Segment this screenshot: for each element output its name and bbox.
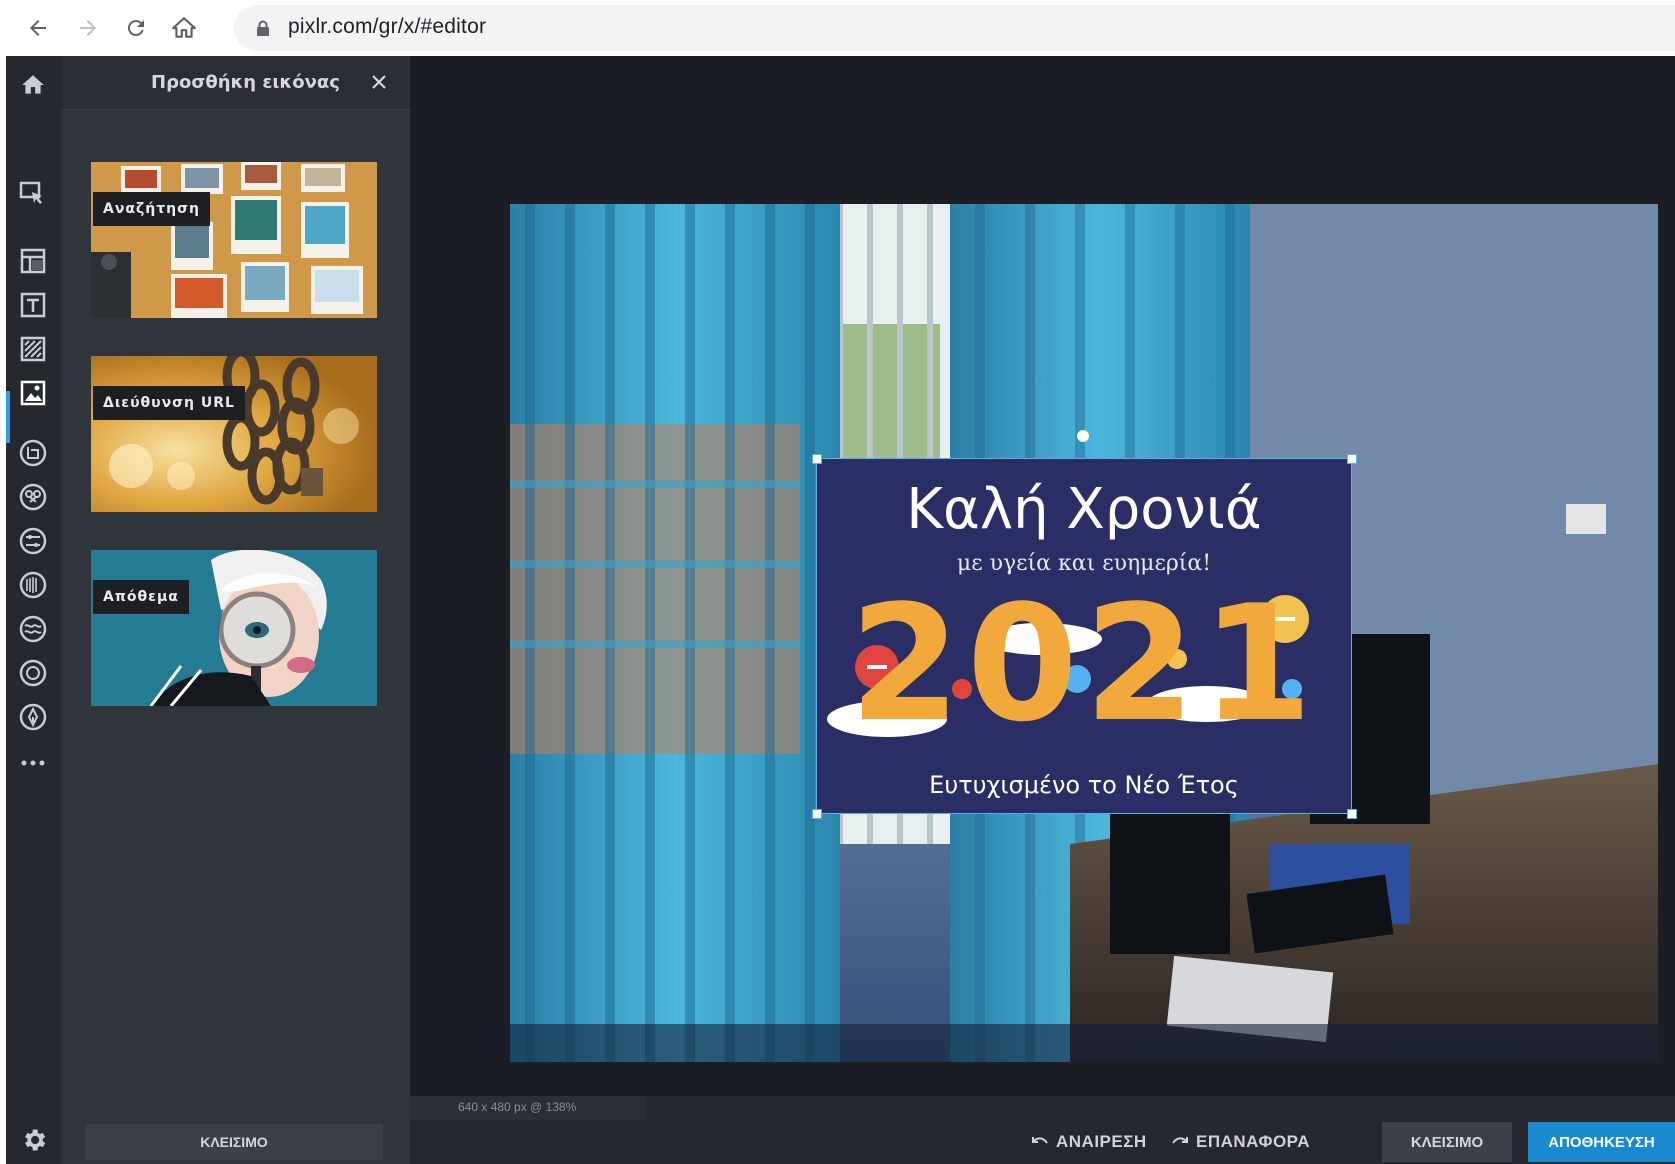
text-tool-icon[interactable]	[14, 286, 52, 324]
close-button[interactable]: ΚΛΕΙΣΙΜΟ	[1382, 1122, 1512, 1162]
lock-icon	[254, 19, 272, 37]
cutout-tool-icon[interactable]	[14, 478, 52, 516]
url-text: pixlr.com/gr/x/#editor	[288, 15, 487, 38]
canvas-size-info: 640 x 480 px @ 138%	[458, 1100, 577, 1114]
pattern-tool-icon[interactable]	[14, 330, 52, 368]
back-arrow-icon[interactable]	[20, 10, 56, 46]
draw-tool-icon[interactable]	[14, 698, 52, 736]
redo-button[interactable]: ΕΠΑΝΑΦΟΡΑ	[1170, 1124, 1310, 1160]
tile-label-search: Αναζήτηση	[93, 192, 210, 226]
settings-gear-icon[interactable]	[20, 1126, 48, 1154]
editor-app: Προσθήκη εικόνας Αναζήτηση Διεύθυνση URL…	[6, 56, 1675, 1164]
address-bar[interactable]: pixlr.com/gr/x/#editor	[234, 5, 1675, 51]
more-tools-icon[interactable]	[14, 744, 52, 782]
panel-title: Προσθήκη εικόνας	[151, 72, 340, 93]
undo-label: ΑΝΑΙΡΕΣΗ	[1056, 1132, 1147, 1151]
add-image-panel: Προσθήκη εικόνας Αναζήτηση Διεύθυνση URL…	[61, 56, 410, 1164]
layout-tool-icon[interactable]	[14, 242, 52, 280]
overlay-image-layer[interactable]: Καλή Χρονιά με υγεία και ευημερία! 2021 …	[816, 458, 1352, 814]
overlay-footer: Ευτυχισμένο το Νέο Έτος	[929, 771, 1239, 799]
status-tab: 640 x 480 px @ 138%	[410, 1096, 646, 1120]
resize-handle-top-left[interactable]	[812, 454, 822, 464]
browser-toolbar: pixlr.com/gr/x/#editor	[0, 0, 1675, 56]
search-tile-image	[91, 162, 377, 318]
bottom-action-bar: ΑΝΑΙΡΕΣΗ ΕΠΑΝΑΦΟΡΑ ΚΛΕΙΣΙΜΟ ΑΠΟΘΗΚΕΥΣΗ	[410, 1120, 1675, 1164]
stock-images-tile[interactable]: Απόθεμα	[91, 550, 377, 706]
search-images-tile[interactable]: Αναζήτηση	[91, 162, 377, 318]
panel-header: Προσθήκη εικόνας	[61, 56, 410, 110]
arrange-tool-icon[interactable]	[14, 176, 52, 214]
status-strip: 640 x 480 px @ 138%	[410, 1096, 1675, 1120]
url-image-tile[interactable]: Διεύθυνση URL	[91, 356, 377, 512]
crop-tool-icon[interactable]	[14, 434, 52, 472]
redo-label: ΕΠΑΝΑΦΟΡΑ	[1196, 1132, 1311, 1151]
undo-icon	[1032, 1137, 1048, 1144]
undo-button[interactable]: ΑΝΑΙΡΕΣΗ	[1030, 1124, 1147, 1160]
close-icon[interactable]	[365, 68, 393, 96]
panel-close-button[interactable]: ΚΛΕΙΣΙΜΟ	[85, 1124, 383, 1160]
focus-tool-icon[interactable]	[14, 654, 52, 692]
redo-icon	[1172, 1137, 1188, 1144]
reload-icon[interactable]	[118, 10, 154, 46]
liquify-tool-icon[interactable]	[14, 610, 52, 648]
save-button[interactable]: ΑΠΟΘΗΚΕΥΣΗ	[1528, 1122, 1675, 1162]
filter-tool-icon[interactable]	[14, 566, 52, 604]
active-tool-indicator	[6, 391, 10, 443]
rotate-handle[interactable]	[1077, 430, 1089, 442]
tool-sidebar	[6, 56, 61, 1164]
home-icon[interactable]	[166, 10, 202, 46]
add-image-tool-icon[interactable]	[14, 374, 52, 412]
forward-arrow-icon[interactable]	[70, 10, 106, 46]
resize-handle-bottom-right[interactable]	[1347, 809, 1357, 819]
resize-handle-bottom-left[interactable]	[812, 809, 822, 819]
overlay-title: Καλή Χρονιά	[906, 477, 1262, 542]
tile-label-stock: Απόθεμα	[93, 580, 189, 614]
adjust-tool-icon[interactable]	[14, 522, 52, 560]
url-tile-image	[91, 356, 377, 512]
home-icon[interactable]	[14, 66, 52, 104]
tile-label-url: Διεύθυνση URL	[93, 386, 245, 420]
resize-handle-top-right[interactable]	[1347, 454, 1357, 464]
overlay-year: 2021	[849, 570, 1319, 757]
stock-tile-image	[91, 550, 377, 706]
